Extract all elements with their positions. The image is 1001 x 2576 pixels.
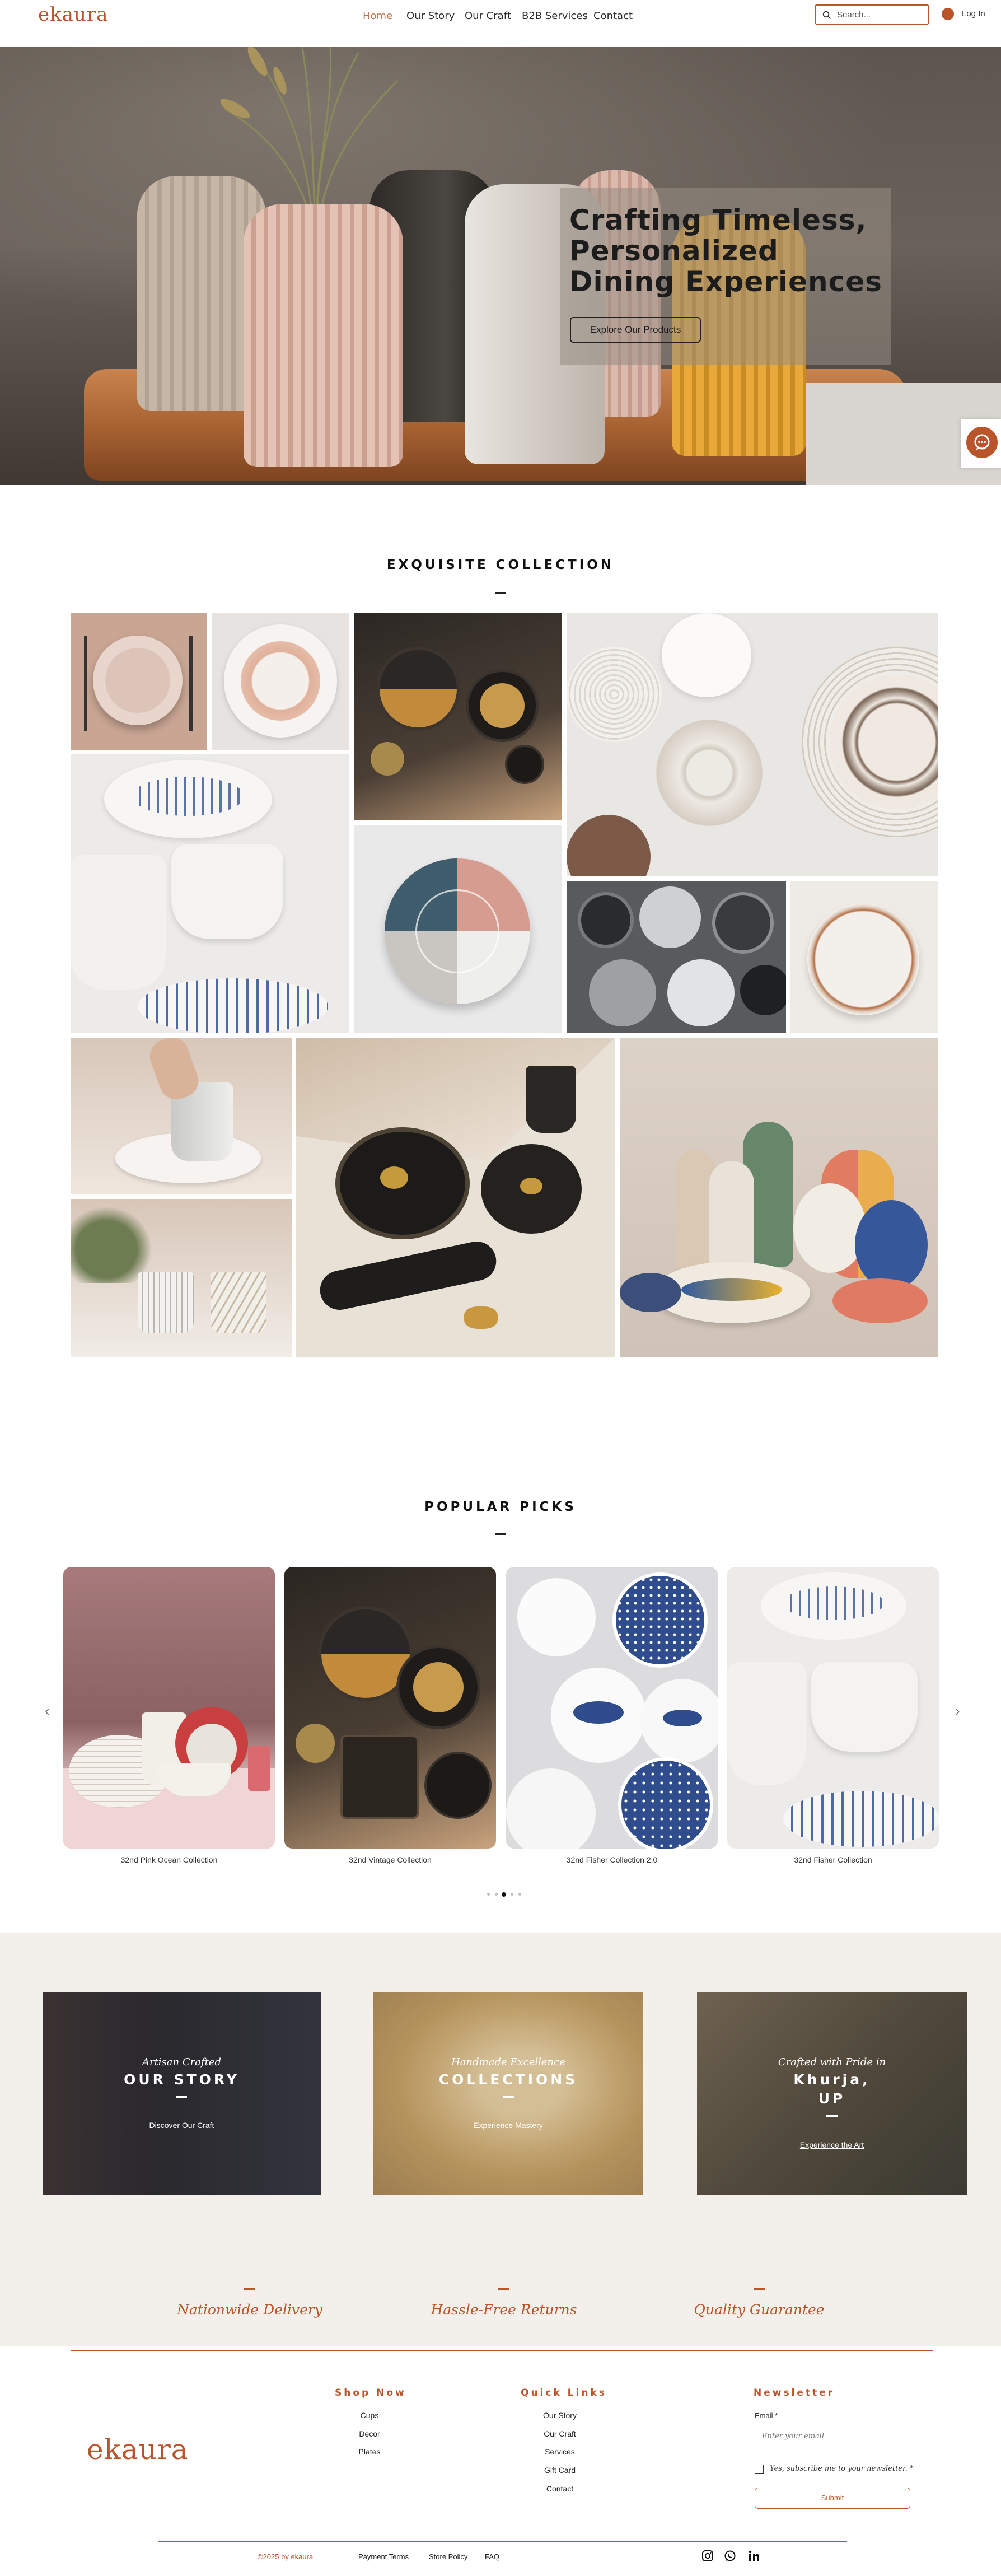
feature-hassle-free-returns: Hassle-Free Returns xyxy=(431,2302,577,2318)
whatsapp-icon[interactable] xyxy=(724,2550,736,2562)
search-input[interactable]: Search... xyxy=(815,4,929,25)
gallery-image-ribbed-plates[interactable] xyxy=(567,613,938,876)
panel-divider xyxy=(826,2115,838,2117)
carousel-dot[interactable] xyxy=(518,1893,521,1896)
site-header: ekaura Home Our Story Our Craft B2B Serv… xyxy=(0,0,1001,47)
panel-title: OUR STORY xyxy=(124,2071,240,2088)
explore-products-button[interactable]: Explore Our Products xyxy=(570,317,701,343)
carousel-dot-active[interactable] xyxy=(502,1892,506,1897)
footer-bottom-line xyxy=(158,2541,847,2542)
footer-link-services[interactable]: Services xyxy=(532,2447,588,2456)
panel-subtitle: Crafted with Pride in xyxy=(778,2056,886,2068)
panel-title: Khurja, xyxy=(793,2071,871,2088)
footer-link-our-craft[interactable]: Our Craft xyxy=(532,2429,588,2438)
discover-craft-link[interactable]: Discover Our Craft xyxy=(43,2121,321,2130)
carousel-dot[interactable] xyxy=(495,1893,498,1896)
product-card-vintage[interactable] xyxy=(284,1567,496,1849)
site-logo[interactable]: ekaura xyxy=(38,3,108,26)
footer-logo[interactable]: ekaura xyxy=(87,2433,189,2466)
panel-our-story[interactable]: Artisan Crafted OUR STORY Discover Our C… xyxy=(43,1992,321,2195)
title-divider xyxy=(495,1533,506,1535)
feature-divider xyxy=(498,2288,509,2290)
gallery-image-gold-pottery[interactable] xyxy=(296,1038,615,1357)
email-field[interactable] xyxy=(755,2425,910,2447)
linkedin-icon[interactable] xyxy=(748,2550,760,2562)
product-caption[interactable]: 32nd Fisher Collection 2.0 xyxy=(506,1855,718,1864)
subscribe-checkbox[interactable] xyxy=(755,2465,764,2474)
feature-divider xyxy=(754,2288,765,2290)
nav-home[interactable]: Home xyxy=(363,10,392,22)
search-placeholder: Search... xyxy=(837,10,871,20)
email-label: Email * xyxy=(755,2411,778,2420)
shop-now-title: Shop Now xyxy=(335,2387,406,2398)
product-caption[interactable]: 32nd Pink Ocean Collection xyxy=(63,1855,275,1864)
carousel-dot[interactable] xyxy=(511,1893,513,1896)
product-caption[interactable]: 32nd Vintage Collection xyxy=(284,1855,496,1864)
page: ekaura Home Our Story Our Craft B2B Serv… xyxy=(0,0,1001,2576)
chat-icon xyxy=(966,427,998,458)
subscribe-label: Yes, subscribe me to your newsletter. * xyxy=(770,2465,914,2473)
panel-subtitle: Handmade Excellence xyxy=(451,2056,565,2068)
product-caption[interactable]: 32nd Fisher Collection xyxy=(727,1855,939,1864)
submit-button[interactable]: Submit xyxy=(755,2488,910,2509)
carousel-prev-arrow[interactable]: ‹ xyxy=(45,1702,50,1720)
hero-title: Crafting Timeless, Personalized Dining E… xyxy=(569,204,882,298)
login-label: Log In xyxy=(962,9,985,18)
footer-link-decor[interactable]: Decor xyxy=(347,2429,392,2438)
panel-khurja[interactable]: Crafted with Pride in Khurja, UP Experie… xyxy=(697,1992,967,2195)
footer-link-plates[interactable]: Plates xyxy=(347,2447,392,2456)
footer-link-cups[interactable]: Cups xyxy=(347,2411,392,2420)
product-card-fisher[interactable] xyxy=(727,1567,939,1849)
instagram-icon[interactable] xyxy=(701,2550,714,2562)
experience-mastery-link[interactable]: Experience Mastery xyxy=(373,2121,643,2130)
title-divider xyxy=(495,592,506,594)
panel-divider xyxy=(503,2096,514,2098)
feature-quality-guarantee: Quality Guarantee xyxy=(694,2302,825,2318)
experience-art-link[interactable]: Experience the Art xyxy=(697,2140,967,2149)
faq-link[interactable]: FAQ xyxy=(485,2552,499,2561)
copyright: ©2025 by ekaura xyxy=(258,2552,314,2561)
nav-our-craft[interactable]: Our Craft xyxy=(465,10,511,22)
hero-banner: Crafting Timeless, Personalized Dining E… xyxy=(0,47,1001,485)
footer-link-contact[interactable]: Contact xyxy=(532,2484,588,2493)
gallery-image-grey-dinnerware[interactable] xyxy=(567,881,786,1033)
panel-title-line2: UP xyxy=(818,2090,846,2107)
gallery-image-colorful-vases[interactable] xyxy=(620,1038,938,1357)
panel-title: COLLECTIONS xyxy=(438,2071,578,2088)
panel-subtitle: Artisan Crafted xyxy=(142,2056,222,2068)
store-policy-link[interactable]: Store Policy xyxy=(429,2552,467,2561)
footer-link-gift-card[interactable]: Gift Card xyxy=(532,2466,588,2475)
nav-our-story[interactable]: Our Story xyxy=(406,10,455,22)
gallery-image-rimmed-plate[interactable] xyxy=(790,881,938,1033)
gallery-image-striped-mugs[interactable] xyxy=(71,1199,292,1357)
gallery-image-speckled-plate[interactable] xyxy=(212,613,349,750)
gallery-image-dark-bowls[interactable] xyxy=(354,613,562,820)
nav-contact[interactable]: Contact xyxy=(593,10,633,22)
footer-top-line xyxy=(71,2350,933,2351)
gallery-image-hand-cup[interactable] xyxy=(71,1038,292,1194)
panel-divider xyxy=(176,2096,187,2098)
search-icon xyxy=(822,11,831,20)
carousel-next-arrow[interactable]: › xyxy=(955,1702,960,1720)
product-card-pink-ocean[interactable] xyxy=(63,1567,275,1849)
nav-b2b-services[interactable]: B2B Services xyxy=(522,10,588,22)
vase xyxy=(244,204,403,467)
carousel-dot[interactable] xyxy=(487,1893,490,1896)
feature-nationwide-delivery: Nationwide Delivery xyxy=(177,2302,322,2318)
footer-link-our-story[interactable]: Our Story xyxy=(532,2411,588,2420)
feature-divider xyxy=(244,2288,255,2290)
payment-terms-link[interactable]: Payment Terms xyxy=(358,2552,409,2561)
product-card-fisher-2[interactable] xyxy=(506,1567,718,1849)
newsletter-title: Newsletter xyxy=(754,2387,835,2398)
panel-collections[interactable]: Handmade Excellence COLLECTIONS Experien… xyxy=(373,1992,643,2195)
quick-links-title: Quick Links xyxy=(521,2387,607,2398)
gallery-image-plate-fork[interactable] xyxy=(71,613,207,750)
gallery-image-split-plate[interactable] xyxy=(354,825,562,1033)
avatar-icon xyxy=(942,8,954,20)
popular-title: POPULAR PICKS xyxy=(424,1500,577,1514)
gallery-image-fish-tableware[interactable] xyxy=(71,754,349,1033)
collection-title: EXQUISITE COLLECTION xyxy=(386,558,615,572)
chat-widget[interactable] xyxy=(961,419,1001,468)
